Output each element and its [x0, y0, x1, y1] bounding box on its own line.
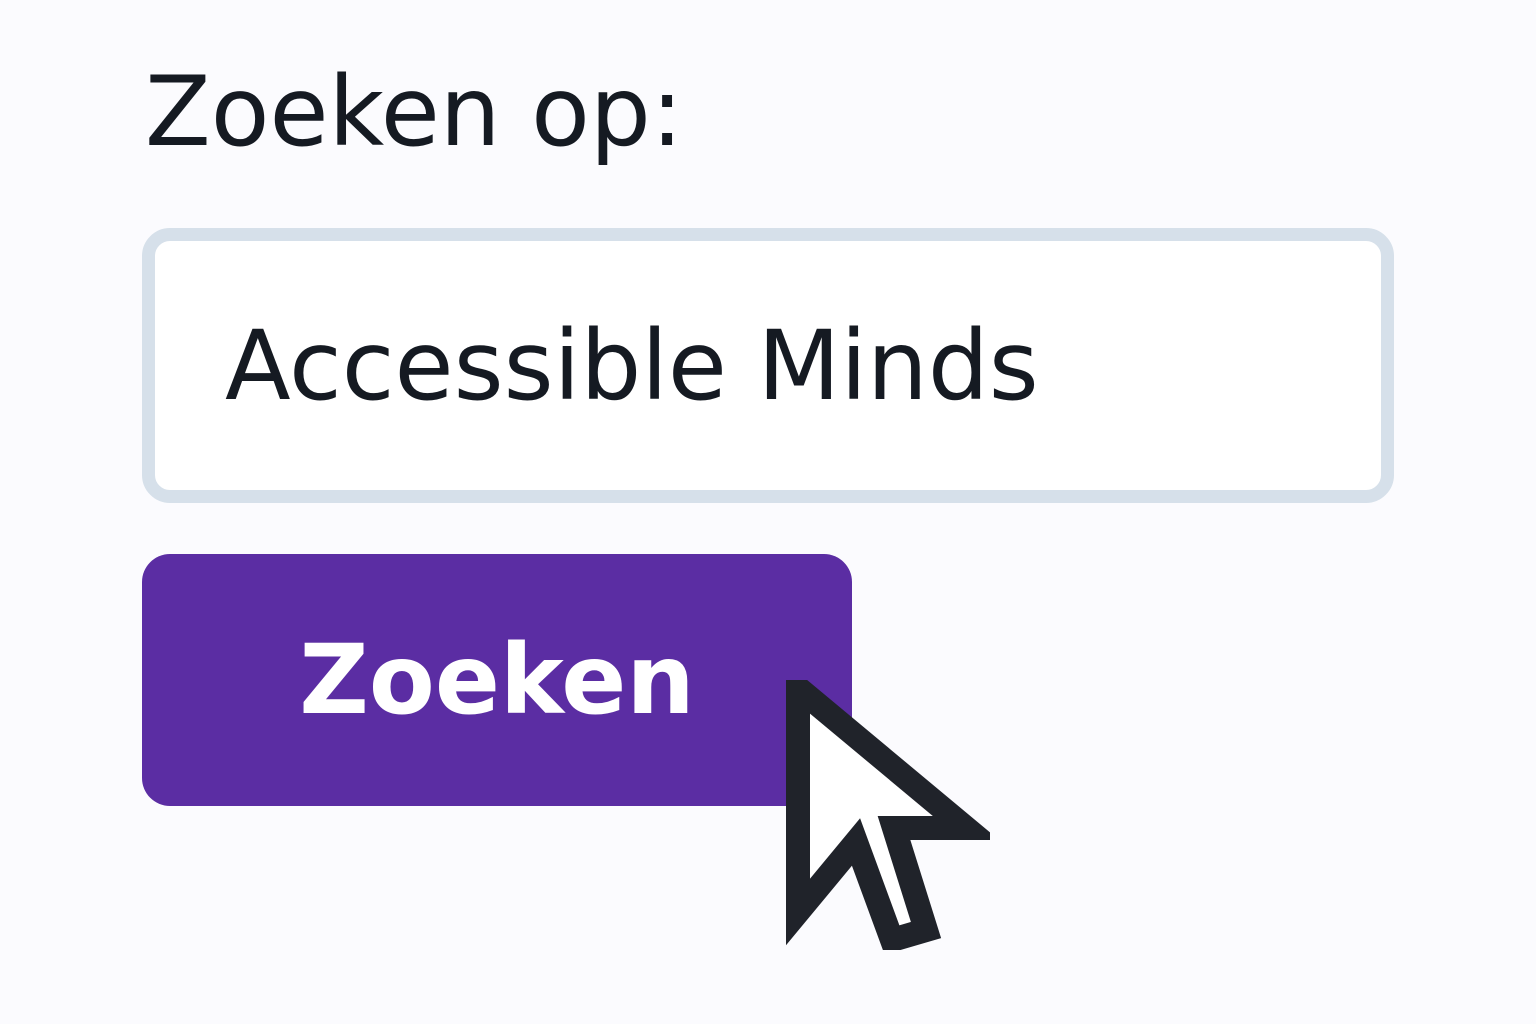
mouse-pointer-icon [786, 680, 990, 950]
search-button[interactable]: Zoeken [142, 554, 852, 806]
search-label: Zoeken op: [145, 56, 684, 168]
search-button-label: Zoeken [299, 624, 695, 736]
search-input[interactable] [142, 228, 1394, 503]
